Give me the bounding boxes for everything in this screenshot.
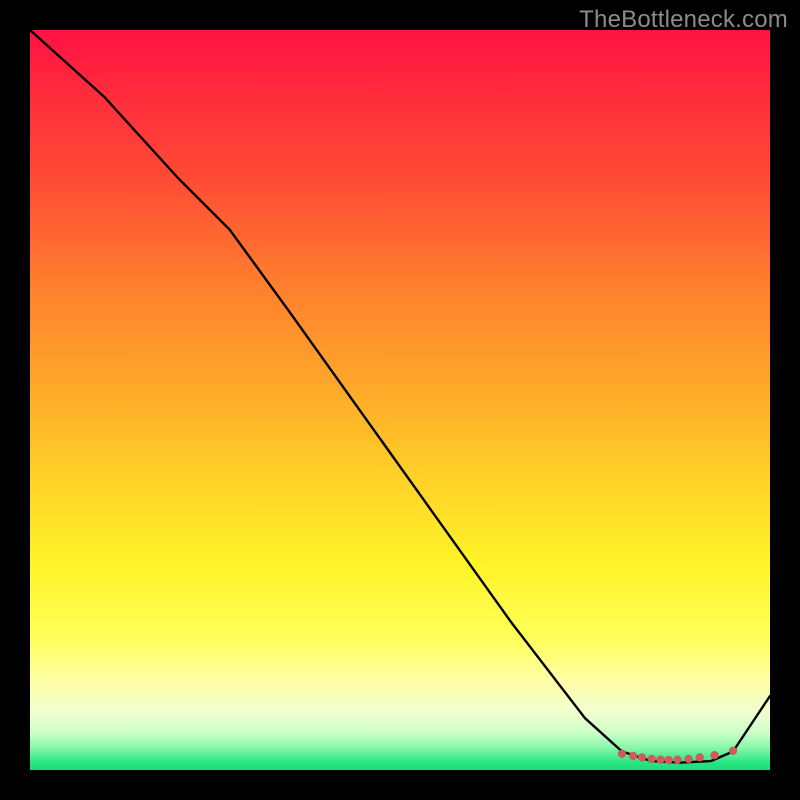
plot-area	[30, 30, 770, 770]
trough-marker	[674, 756, 682, 764]
trough-marker	[665, 756, 673, 764]
trough-marker	[629, 752, 637, 760]
trough-marker	[648, 755, 656, 763]
bottleneck-curve-line	[30, 30, 770, 763]
chart-svg	[30, 30, 770, 770]
trough-marker	[729, 747, 737, 755]
trough-marker	[685, 755, 693, 763]
chart-frame: TheBottleneck.com	[0, 0, 800, 800]
trough-marker	[696, 753, 704, 761]
trough-marker	[638, 753, 646, 761]
trough-marker	[618, 750, 626, 758]
trough-marker	[711, 751, 719, 759]
trough-marker	[657, 756, 665, 764]
trough-marker-group	[618, 747, 737, 764]
